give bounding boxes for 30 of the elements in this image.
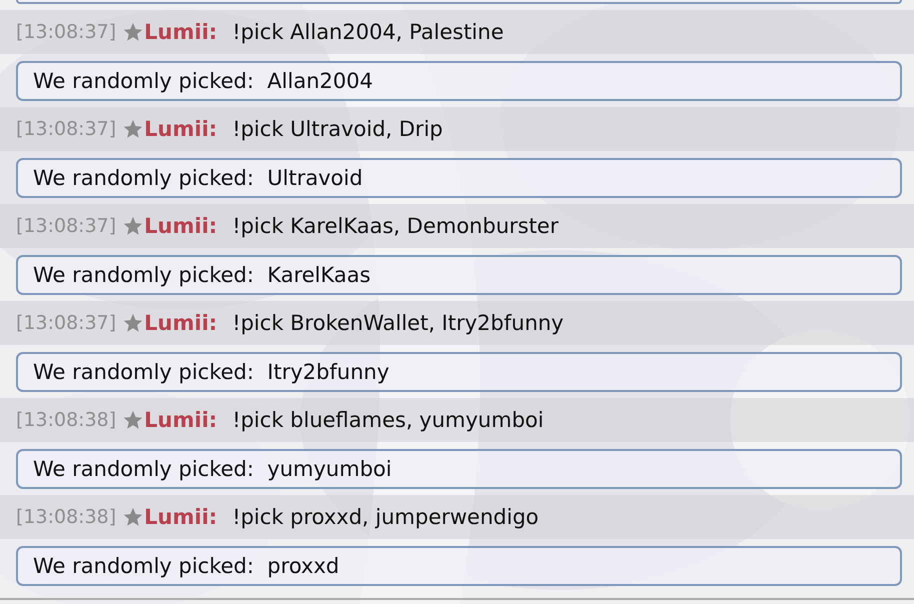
message-text: !pick Ultravoid, Drip [232, 117, 443, 141]
username: Lumii: [144, 214, 218, 238]
timestamp: [13:08:38] [16, 506, 116, 528]
bot-reply: We randomly picked: KarelKaas [16, 255, 902, 295]
username: Lumii: [144, 117, 218, 141]
timestamp: [13:08:38] [16, 409, 116, 431]
bot-reply: We randomly picked: Allan2004 [16, 61, 902, 101]
username: Lumii: [144, 505, 218, 529]
timestamp: [13:08:37] [16, 312, 116, 334]
message-text: !pick Allan2004, Palestine [232, 20, 504, 44]
message-text: !pick KarelKaas, Demonburster [232, 214, 558, 238]
timestamp: [13:08:37] [16, 118, 116, 140]
star-icon [122, 506, 144, 528]
username: Lumii: [144, 408, 218, 432]
timestamp: [13:08:37] [16, 21, 116, 43]
bot-reply: We randomly picked: proxxd [16, 546, 902, 586]
star-icon [122, 409, 144, 431]
username: Lumii: [144, 311, 218, 335]
bot-reply: We randomly picked: Itry2bfunny [16, 352, 902, 392]
timestamp: [13:08:37] [16, 215, 116, 237]
message-text: !pick BrokenWallet, Itry2bfunny [232, 311, 564, 335]
star-icon [122, 312, 144, 334]
bot-reply: We randomly picked: yumyumboi [16, 449, 902, 489]
star-icon [122, 215, 144, 237]
star-icon [122, 21, 144, 43]
username: Lumii: [144, 20, 218, 44]
bot-reply: We randomly picked: Ultravoid [16, 158, 902, 198]
message-text: !pick proxxd, jumperwendigo [232, 505, 539, 529]
star-icon [122, 118, 144, 140]
message-text: !pick blueflames, yumyumboi [232, 408, 544, 432]
